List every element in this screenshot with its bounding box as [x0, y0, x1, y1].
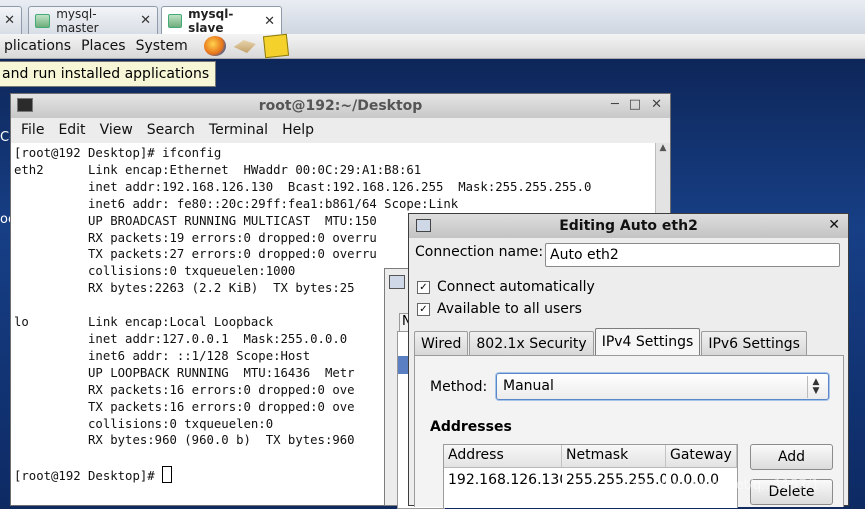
terminal-line: inet6 addr: ::1/128 Scope:Host	[14, 348, 311, 363]
terminal-line: RX packets:19 errors:0 dropped:0 overru	[14, 230, 377, 245]
network-icon	[389, 275, 405, 289]
checkbox-label: Connect automatically	[437, 279, 595, 295]
check-icon[interactable]: ✓	[417, 280, 430, 294]
terminal-title: root@192:~/Desktop	[258, 98, 423, 114]
terminal-line: RX packets:16 errors:0 dropped:0 ove	[14, 382, 355, 397]
terminal-line: inet addr:192.168.126.130 Bcast:192.168.…	[14, 179, 592, 194]
edit-connection-dialog[interactable]: Editing Auto eth2 ✕ Connection name: ✓ C…	[408, 213, 849, 508]
tab-ipv6-settings[interactable]: IPv6 Settings	[701, 331, 807, 355]
column-header-netmask[interactable]: Netmask	[562, 445, 666, 467]
scroll-up-icon[interactable]: ▲	[656, 143, 670, 157]
method-value: Manual	[503, 378, 554, 394]
vm-tab-bar: ✕ mysql-master ✕ mysql-slave ✕	[0, 0, 865, 35]
terminal-line: TX packets:16 errors:0 dropped:0 ove	[14, 399, 355, 414]
terminal-icon	[17, 98, 33, 112]
panel-menu-system[interactable]: System	[130, 38, 194, 54]
terminal-line: RX bytes:2263 (2.2 KiB) TX bytes:25	[14, 281, 355, 296]
terminal-line: UP LOOPBACK RUNNING MTU:16436 Metr	[14, 365, 355, 380]
close-icon[interactable]: ✕	[140, 13, 151, 28]
vm-tab-partial[interactable]: ✕	[0, 6, 22, 34]
vm-tab-mysql-slave[interactable]: mysql-slave ✕	[161, 6, 282, 35]
terminal-prompt: [root@192 Desktop]#	[14, 469, 163, 484]
connection-name-input[interactable]	[545, 243, 840, 267]
terminal-line: collisions:0 txqueuelen:1000	[14, 264, 296, 279]
vm-icon	[168, 14, 183, 28]
addresses-heading: Addresses	[430, 419, 512, 435]
connection-name-label: Connection name:	[415, 244, 544, 260]
notes-icon[interactable]	[262, 33, 289, 59]
add-button[interactable]: Add	[750, 444, 833, 470]
check-icon[interactable]: ✓	[417, 302, 430, 316]
tab-wired[interactable]: Wired	[414, 331, 469, 355]
panel-menu-places[interactable]: Places	[75, 38, 132, 54]
settings-tabs: Wired 802.1x Security IPv4 Settings IPv6…	[414, 328, 808, 356]
tab-ipv4-settings[interactable]: IPv4 Settings	[594, 328, 701, 356]
updown-arrow-icon: ▲ ▼	[807, 376, 824, 398]
tab-8021x-security[interactable]: 802.1x Security	[469, 331, 594, 355]
tooltip: and run installed applications	[0, 61, 217, 87]
close-icon[interactable]: ✕	[4, 13, 15, 28]
menu-help[interactable]: Help	[280, 122, 322, 138]
dialog-title: Editing Auto eth2	[559, 218, 698, 234]
vm-tab-mysql-master[interactable]: mysql-master ✕	[28, 6, 158, 35]
panel-menu-applications[interactable]: plications	[0, 38, 77, 54]
menu-file[interactable]: File	[19, 122, 52, 138]
available-to-all-users-checkbox[interactable]: ✓ Available to all users	[417, 301, 582, 317]
close-icon[interactable]: ✕	[264, 14, 275, 29]
minimize-icon[interactable]: ─	[611, 97, 619, 112]
maximize-icon[interactable]: □	[629, 97, 641, 112]
terminal-line: TX packets:27 errors:0 dropped:0 overru	[14, 247, 377, 262]
terminal-line: inet6 addr: fe80::20c:29ff:fea1:b861/64 …	[14, 196, 459, 211]
terminal-cursor	[162, 466, 173, 484]
terminal-line: eth2 Link encap:Ethernet HWaddr 00:0C:29…	[14, 162, 422, 177]
addresses-table[interactable]: Address Netmask Gateway 192.168.126.130 …	[443, 444, 738, 508]
method-select[interactable]: Manual ▲ ▼	[496, 373, 829, 400]
top-panel: plications Places System	[0, 33, 865, 59]
terminal-line: lo Link encap:Local Loopback	[14, 315, 274, 330]
terminal-menubar: File Edit View Search Terminal Help	[11, 118, 670, 142]
dialog-titlebar[interactable]: Editing Auto eth2 ✕	[409, 214, 848, 238]
network-icon	[416, 219, 431, 232]
mail-icon[interactable]	[233, 40, 256, 53]
close-icon[interactable]: ✕	[828, 217, 840, 233]
vm-tab-label: mysql-slave	[188, 7, 234, 35]
terminal-line: RX bytes:960 (960.0 b) TX bytes:960	[14, 433, 355, 448]
firefox-icon[interactable]	[203, 36, 226, 56]
menu-terminal[interactable]: Terminal	[207, 122, 276, 138]
vm-icon	[35, 13, 51, 28]
column-header-gateway[interactable]: Gateway	[666, 445, 737, 467]
checkbox-label: Available to all users	[437, 301, 582, 317]
terminal-line: collisions:0 txqueuelen:0	[14, 416, 274, 431]
method-label: Method:	[430, 379, 488, 395]
terminal-line: UP BROADCAST RUNNING MULTICAST MTU:150	[14, 213, 377, 228]
column-header-address[interactable]: Address	[444, 445, 562, 467]
terminal-line: [root@192 Desktop]# ifconfig	[14, 146, 222, 160]
watermark: https://blog.csdn.net/q...1157/1	[614, 478, 820, 493]
menu-view[interactable]: View	[98, 122, 141, 138]
terminal-titlebar[interactable]: root@192:~/Desktop ─ □ ✕	[11, 94, 670, 118]
close-icon[interactable]: ✕	[651, 97, 662, 112]
menu-edit[interactable]: Edit	[56, 122, 93, 138]
vm-tab-label: mysql-master	[56, 6, 99, 35]
cell-address[interactable]: 192.168.126.130	[444, 470, 562, 490]
menu-search[interactable]: Search	[145, 122, 203, 138]
table-header: Address Netmask Gateway	[444, 445, 737, 468]
terminal-line: inet addr:127.0.0.1 Mask:255.0.0.0	[14, 331, 348, 346]
connect-automatically-checkbox[interactable]: ✓ Connect automatically	[417, 279, 595, 295]
